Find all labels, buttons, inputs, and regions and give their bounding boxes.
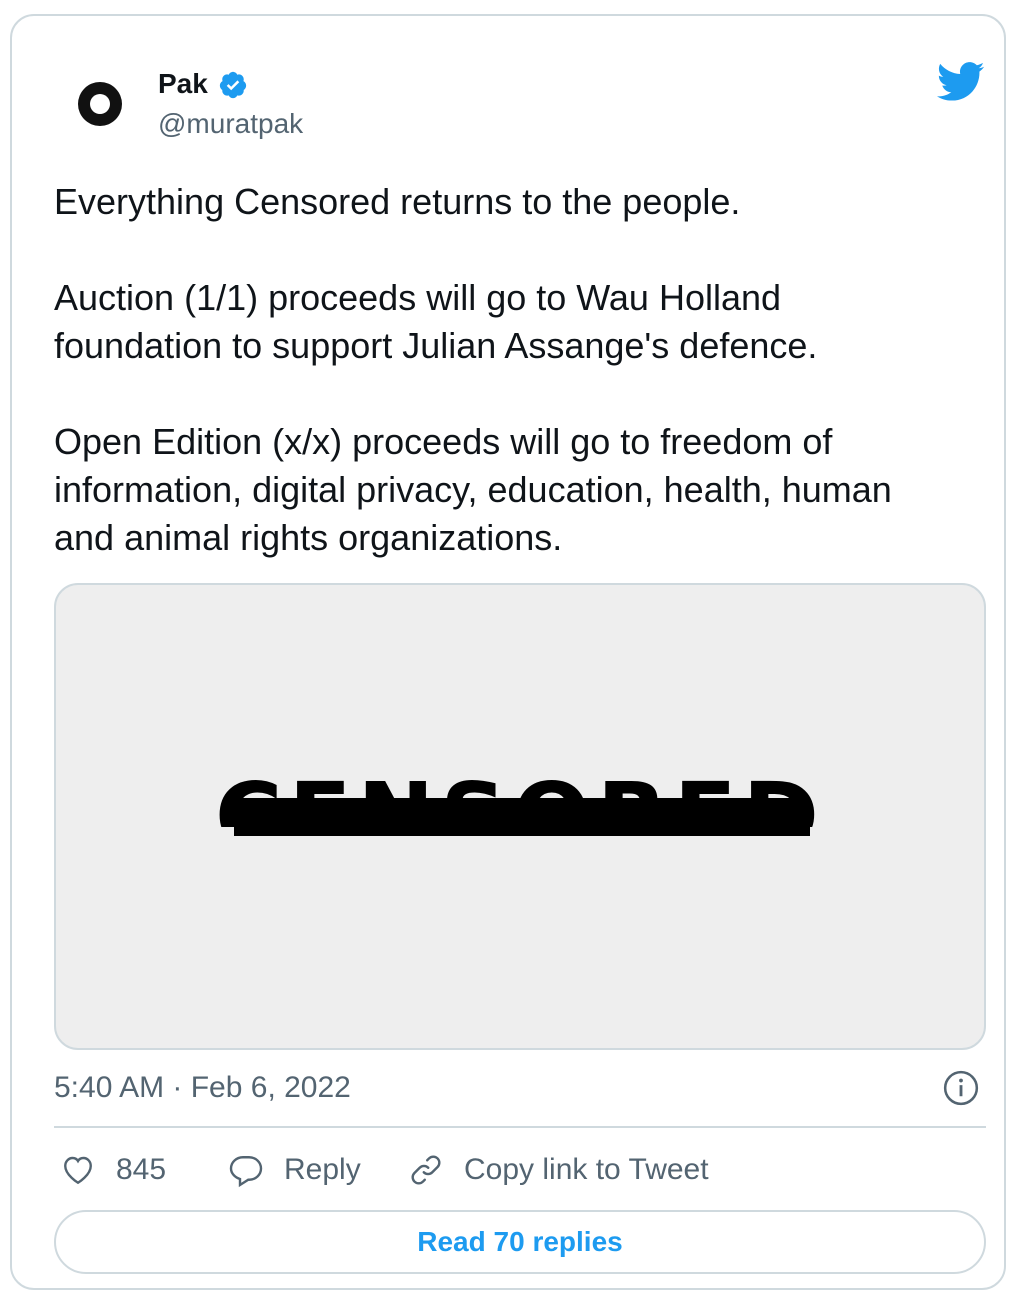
author-name[interactable]: Pak	[158, 66, 208, 102]
verified-badge-icon	[219, 71, 247, 99]
copy-link-button[interactable]: Copy link to Tweet	[408, 1150, 709, 1190]
like-count: 845	[116, 1153, 167, 1186]
tweet-text: Everything Censored returns to the peopl…	[54, 178, 994, 610]
reply-bubble-icon	[229, 1156, 263, 1188]
read-replies-button[interactable]: Read 70 replies	[54, 1210, 986, 1274]
copy-link-label: Copy link to Tweet	[464, 1153, 709, 1186]
heart-icon	[64, 1156, 92, 1185]
like-button[interactable]: 845	[60, 1150, 166, 1190]
tweet-paragraph: Open Edition (x/x) proceeds will go to f…	[54, 421, 892, 558]
divider	[54, 1126, 986, 1128]
avatar-hole	[90, 94, 110, 114]
twitter-bird-icon[interactable]	[936, 62, 986, 102]
censor-bar	[234, 798, 810, 836]
tweet-paragraph: Auction (1/1) proceeds will go to Wau Ho…	[54, 277, 818, 366]
info-icon[interactable]	[942, 1069, 980, 1107]
tweet-card: Pak @muratpak Everything Censored return…	[10, 14, 1006, 1290]
reply-button[interactable]: Reply	[228, 1150, 361, 1190]
reply-label: Reply	[284, 1153, 361, 1186]
tweet-paragraph: Everything Censored returns to the peopl…	[54, 181, 741, 222]
tweet-timestamp[interactable]: 5:40 AM · Feb 6, 2022	[54, 1070, 351, 1106]
avatar[interactable]	[68, 72, 132, 136]
tweet-media-image[interactable]: CENSORED	[54, 583, 986, 1050]
author-handle[interactable]: @muratpak	[158, 106, 303, 142]
link-icon	[411, 1155, 441, 1185]
